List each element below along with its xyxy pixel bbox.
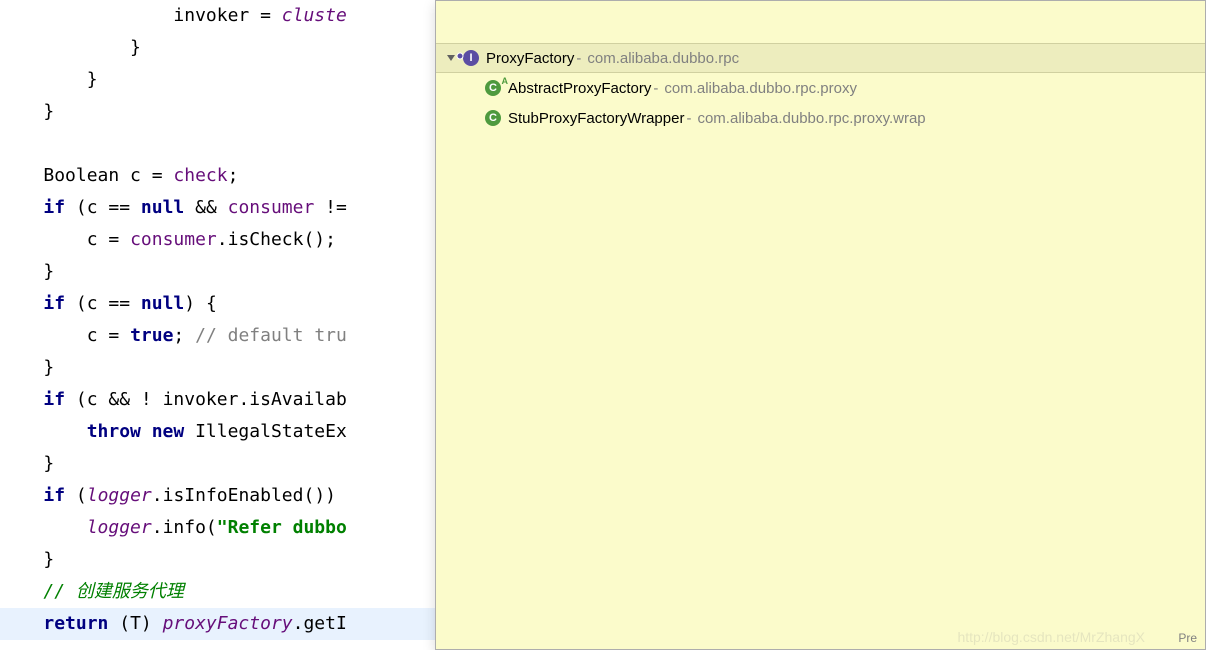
tree-child-pkg: com.alibaba.dubbo.rpc.proxy — [664, 80, 857, 97]
tree-child-row[interactable]: CA AbstractProxyFactory - com.alibaba.dub… — [436, 73, 1205, 103]
tree-child-name: StubProxyFactoryWrapper — [508, 110, 684, 127]
tree-child-name: AbstractProxyFactory — [508, 80, 651, 97]
hierarchy-tree[interactable]: I ProxyFactory - com.alibaba.dubbo.rpc C… — [436, 43, 1205, 133]
tree-root-row[interactable]: I ProxyFactory - com.alibaba.dubbo.rpc — [436, 43, 1205, 73]
class-icon: CA — [484, 79, 502, 97]
popup-header-space — [436, 1, 1205, 43]
separator: - — [653, 80, 658, 97]
interface-icon: I — [462, 49, 480, 67]
watermark: http://blog.csdn.net/MrZhangX — [957, 629, 1145, 645]
separator: - — [686, 110, 691, 127]
tree-root-pkg: com.alibaba.dubbo.rpc — [587, 50, 739, 67]
separator: - — [576, 50, 581, 67]
tree-root-name: ProxyFactory — [486, 50, 574, 67]
tree-child-pkg: com.alibaba.dubbo.rpc.proxy.wrap — [697, 110, 925, 127]
class-icon: C — [484, 109, 502, 127]
tree-child-row[interactable]: C StubProxyFactoryWrapper - com.alibaba.d… — [436, 103, 1205, 133]
popup-footer-hint: Pre — [1178, 631, 1197, 645]
hierarchy-popup: I ProxyFactory - com.alibaba.dubbo.rpc C… — [435, 0, 1206, 650]
abstract-badge-icon: A — [502, 76, 509, 86]
